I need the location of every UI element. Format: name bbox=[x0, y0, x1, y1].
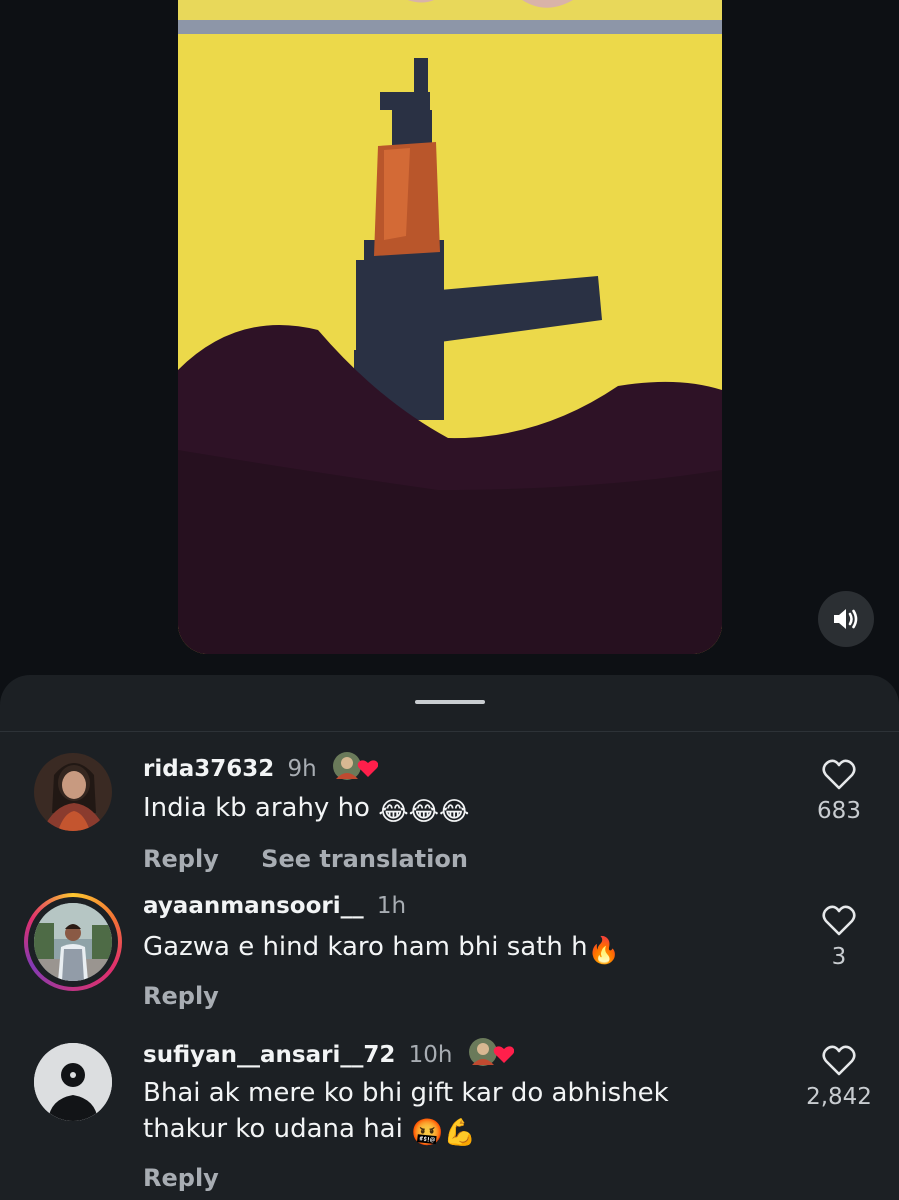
heart-outline-icon[interactable] bbox=[821, 905, 857, 937]
comment-actions: Reply bbox=[143, 981, 219, 1011]
reply-button[interactable]: Reply bbox=[143, 1164, 219, 1192]
see-translation-button[interactable]: See translation bbox=[261, 845, 468, 873]
heart-outline-icon[interactable] bbox=[821, 1045, 857, 1077]
comment-text-body: Gazwa e hind karo ham bhi sath h bbox=[143, 932, 588, 962]
comment-time: 1h bbox=[376, 893, 407, 919]
reel-video-area[interactable] bbox=[0, 0, 899, 690]
comment-username[interactable]: ayaanmansoori__ bbox=[143, 893, 364, 919]
comment-like: 3 bbox=[799, 905, 879, 971]
avatar[interactable] bbox=[34, 903, 112, 981]
comment-like: 2,842 bbox=[793, 1045, 885, 1111]
avatar-image bbox=[34, 903, 112, 981]
comments-sheet: rida37632 9h India kb arahy ho 😂😂😂 Reply… bbox=[0, 675, 899, 1200]
avatar[interactable] bbox=[34, 1043, 112, 1121]
comments-sheet-header bbox=[0, 675, 899, 732]
comment-like: 683 bbox=[799, 759, 879, 825]
reply-button[interactable]: Reply bbox=[143, 982, 219, 1010]
comment-meta: ayaanmansoori__ 1h bbox=[143, 891, 406, 921]
angry-face-emoji-icon: 🤬 bbox=[411, 1118, 444, 1148]
comment-item: ayaanmansoori__ 1h Gazwa e hind karo ham… bbox=[0, 893, 899, 1033]
comment-text: Gazwa e hind karo ham bhi sath h🔥 bbox=[143, 929, 620, 969]
tears-of-joy-emoji-icon: 😂 bbox=[378, 797, 409, 827]
sound-toggle-button[interactable] bbox=[818, 591, 874, 647]
comment-meta: rida37632 9h bbox=[143, 751, 379, 789]
like-count: 683 bbox=[817, 798, 861, 824]
comment-time: 10h bbox=[408, 1042, 453, 1068]
comment-text-line: Bhai ak mere ko bhi gift kar do abhishek bbox=[143, 1078, 669, 1108]
comment-item: sufiyan__ansari__72 10h Bhai ak mere ko … bbox=[0, 1037, 899, 1200]
tears-of-joy-emoji-icon: 😂 bbox=[408, 797, 440, 827]
comment-item: rida37632 9h India kb arahy ho 😂😂😂 Reply… bbox=[0, 751, 899, 881]
tears-of-joy-emoji-icon: 😂 bbox=[439, 797, 470, 827]
fire-emoji-icon: 🔥 bbox=[587, 936, 620, 966]
reel-video[interactable] bbox=[178, 0, 722, 654]
comment-text-body: India kb arahy ho bbox=[143, 793, 370, 823]
default-avatar-icon bbox=[34, 1043, 112, 1121]
comment-time: 9h bbox=[287, 756, 317, 782]
story-ring[interactable] bbox=[24, 893, 122, 991]
reply-button[interactable]: Reply bbox=[143, 845, 219, 873]
creator-liked-badge-icon bbox=[468, 1037, 515, 1075]
comment-actions: Reply See translation bbox=[143, 844, 468, 874]
comment-username[interactable]: rida37632 bbox=[143, 756, 274, 782]
comment-text: India kb arahy ho 😂😂😂 bbox=[143, 790, 469, 830]
speaker-on-icon bbox=[834, 609, 858, 629]
flexed-biceps-emoji-icon: 💪 bbox=[443, 1118, 476, 1148]
avatar-image bbox=[34, 753, 112, 831]
comment-text-body: thakur ko udana hai bbox=[143, 1114, 403, 1144]
like-count: 2,842 bbox=[806, 1084, 872, 1110]
comment-text: Bhai ak mere ko bhi gift kar do abhishek… bbox=[143, 1075, 669, 1151]
video-frame-image bbox=[178, 0, 722, 654]
comment-meta: sufiyan__ansari__72 10h bbox=[143, 1037, 515, 1075]
like-count: 3 bbox=[831, 944, 847, 970]
comment-actions: Reply bbox=[143, 1163, 219, 1193]
sheet-drag-handle[interactable] bbox=[415, 700, 485, 704]
comment-username[interactable]: sufiyan__ansari__72 bbox=[143, 1042, 395, 1068]
heart-outline-icon[interactable] bbox=[821, 759, 857, 791]
comment-text-line: thakur ko udana hai 🤬💪 bbox=[143, 1111, 669, 1151]
avatar[interactable] bbox=[34, 753, 112, 831]
creator-liked-badge-icon bbox=[332, 751, 379, 789]
